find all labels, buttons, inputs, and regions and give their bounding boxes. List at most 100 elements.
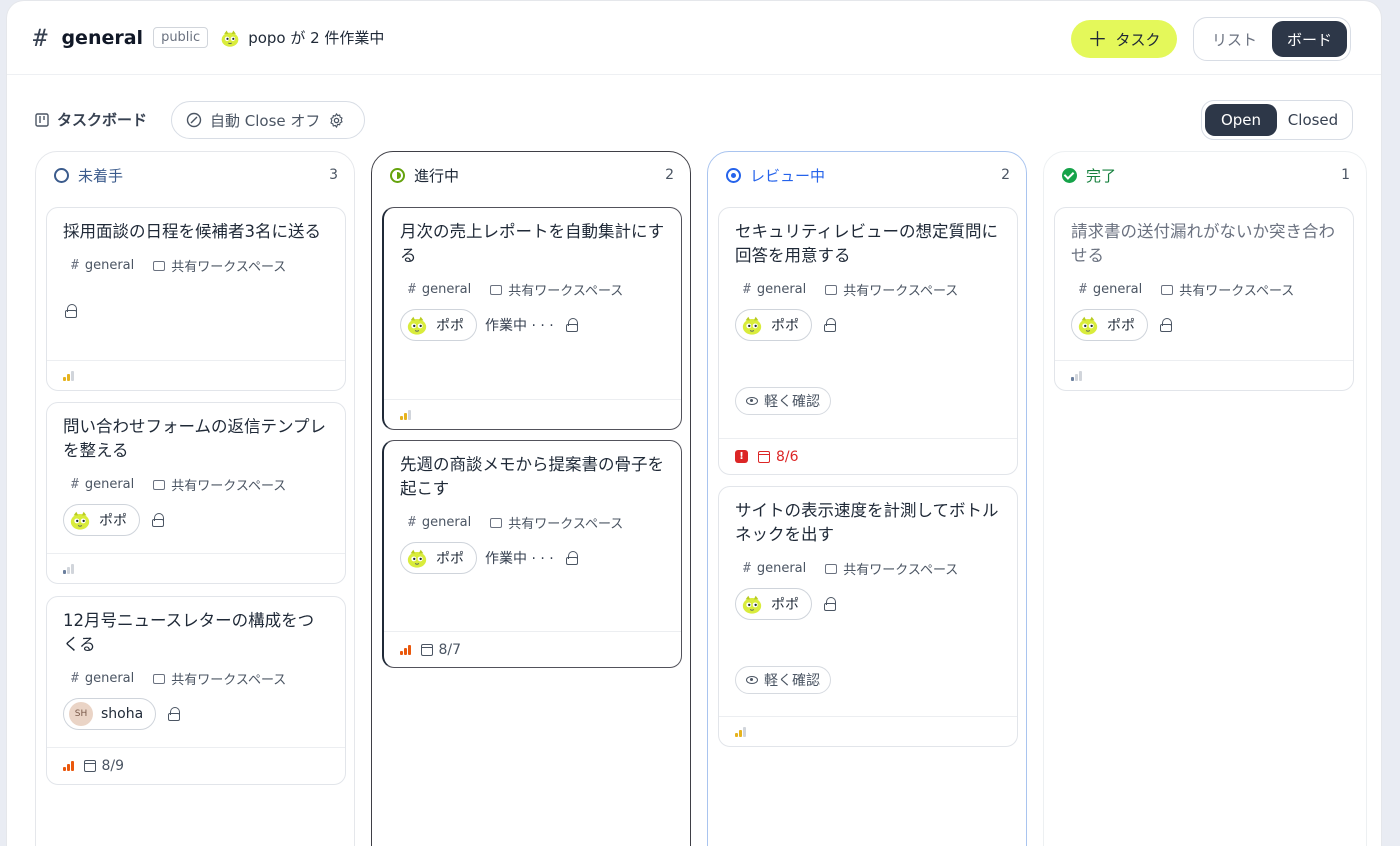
alert-icon: ! xyxy=(735,450,748,463)
task-footer xyxy=(47,360,345,390)
task-footer xyxy=(1055,360,1353,390)
task-footer: 8/7 xyxy=(384,631,681,667)
list-view-button[interactable]: リスト xyxy=(1197,21,1272,57)
light-review-badge[interactable]: 軽く確認 xyxy=(735,666,831,694)
popo-avatar-icon xyxy=(406,547,428,569)
assignee-chip[interactable]: ポポ xyxy=(735,309,812,341)
board-icon xyxy=(35,112,49,127)
channel-tag-label: general xyxy=(1092,282,1143,297)
assignee-name: ポポ xyxy=(436,551,464,567)
workspace-tag-label: 共有ワークスペース xyxy=(843,563,959,578)
task-card[interactable]: 12月号ニュースレターの構成をつくる # general 共有ワークスペース SH… xyxy=(46,596,346,785)
channel-tag-label: general xyxy=(756,561,807,576)
task-title: 問い合わせフォームの返信テンプレを整える xyxy=(63,417,327,460)
column-in-progress: 進行中 2 月次の売上レポートを自動集計にする # general 共有ワークスペ… xyxy=(371,151,691,846)
workspace-tag: 共有ワークスペース xyxy=(153,669,286,688)
lock-icon xyxy=(152,513,164,527)
popo-avatar-icon xyxy=(69,509,91,531)
task-meta: # general 共有ワークスペース xyxy=(63,256,330,275)
hash-icon: # xyxy=(71,477,79,492)
task-title: 採用面談の日程を候補者3名に送る xyxy=(63,222,321,241)
workspace-tag-label: 共有ワークスペース xyxy=(508,517,624,532)
app-window: # general public popo が 2 件作業中 ＋ タスク リスト… xyxy=(6,0,1382,846)
assignee-chip[interactable]: SH shoha xyxy=(63,698,157,730)
task-title: 請求書の送付漏れがないか突き合わせる xyxy=(1071,222,1335,265)
assignee-chip[interactable]: ポポ xyxy=(400,542,477,574)
channel-header: # general public popo が 2 件作業中 ＋ タスク リスト… xyxy=(7,1,1381,75)
eye-icon xyxy=(746,397,758,405)
assignee-chip[interactable]: ポポ xyxy=(400,309,477,341)
view-toggle: リスト ボード xyxy=(1193,17,1351,61)
assignee-name: ポポ xyxy=(1107,318,1135,334)
workspace-tag: 共有ワークスペース xyxy=(1161,280,1294,299)
open-closed-toggle: Open Closed xyxy=(1201,100,1353,140)
closed-filter-button[interactable]: Closed xyxy=(1277,104,1349,136)
hash-icon: # xyxy=(743,282,751,297)
workspace-tag: 共有ワークスペース xyxy=(490,513,623,532)
calendar-icon xyxy=(758,450,770,463)
assignee-name: ポポ xyxy=(771,597,799,613)
priority-icon xyxy=(63,563,74,574)
channel-tag: # general xyxy=(71,477,134,492)
channel-tag: # general xyxy=(408,515,471,530)
light-review-label: 軽く確認 xyxy=(764,673,820,689)
assignee-chip[interactable]: ポポ xyxy=(735,588,812,620)
task-meta: # general 共有ワークスペース xyxy=(400,513,666,532)
due-date: 8/6 xyxy=(758,449,799,465)
task-card[interactable]: 請求書の送付漏れがないか突き合わせる # general 共有ワークスペース ポポ xyxy=(1054,207,1354,391)
task-card[interactable]: 問い合わせフォームの返信テンプレを整える # general 共有ワークスペース … xyxy=(46,402,346,584)
column-count: 1 xyxy=(1341,167,1350,183)
task-title: 12月号ニュースレターの構成をつくる xyxy=(63,611,315,654)
lock-icon xyxy=(565,551,578,565)
channel-tag: # general xyxy=(71,671,134,686)
task-card[interactable]: 先週の商談メモから提案書の骨子を起こす # general 共有ワークスペース ポ… xyxy=(382,440,682,668)
column-title: 完了 xyxy=(1086,166,1117,185)
working-indicator: 作業中 · · · xyxy=(485,318,554,334)
hash-icon: # xyxy=(71,258,79,273)
status-todo-icon xyxy=(54,167,69,183)
plus-icon: ＋ xyxy=(1087,27,1108,51)
priority-icon xyxy=(63,761,74,771)
task-card[interactable]: サイトの表示速度を計測してボトルネックを出す # general 共有ワークスペー… xyxy=(718,486,1018,747)
task-card[interactable]: 採用面談の日程を候補者3名に送る # general 共有ワークスペース xyxy=(46,207,346,391)
task-footer xyxy=(47,553,345,583)
assignee-chip[interactable]: ポポ xyxy=(1071,309,1148,341)
channel-tag-label: general xyxy=(421,282,472,297)
open-filter-button[interactable]: Open xyxy=(1205,104,1277,136)
task-meta: # general 共有ワークスペース xyxy=(735,280,1002,299)
workspace-tag-label: 共有ワークスペース xyxy=(171,479,287,494)
task-title: サイトの表示速度を計測してボトルネックを出す xyxy=(735,501,999,544)
folder-icon xyxy=(1161,284,1174,295)
column-count: 2 xyxy=(1001,167,1010,183)
column-header: 完了 1 xyxy=(1044,152,1366,198)
task-meta: # general 共有ワークスペース xyxy=(1071,280,1338,299)
assignee-name: ポポ xyxy=(99,513,127,529)
due-date: 8/7 xyxy=(420,641,462,658)
add-task-button[interactable]: ＋ タスク xyxy=(1071,20,1177,58)
lock-icon xyxy=(168,707,181,721)
task-footer: ! 8/6 xyxy=(719,438,1017,474)
due-date-label: 8/7 xyxy=(438,641,462,658)
folder-icon xyxy=(825,284,838,295)
column-title: 未着手 xyxy=(78,166,124,185)
popo-avatar-icon xyxy=(1077,314,1099,336)
board-title-label: タスクボード xyxy=(57,111,148,129)
task-card[interactable]: 月次の売上レポートを自動集計にする # general 共有ワークスペース ポポ … xyxy=(382,207,682,430)
assignee-chip[interactable]: ポポ xyxy=(63,504,140,536)
due-date-label: 8/6 xyxy=(776,448,799,465)
hash-icon: # xyxy=(1079,282,1087,297)
task-meta: # general 共有ワークスペース xyxy=(63,475,330,494)
priority-icon xyxy=(400,644,411,655)
workspace-tag: 共有ワークスペース xyxy=(153,475,286,494)
task-title: 先週の商談メモから提案書の骨子を起こす xyxy=(400,455,664,498)
workspace-tag-label: 共有ワークスペース xyxy=(843,284,959,299)
popo-bot-icon xyxy=(220,28,240,48)
column-in-review: レビュー中 2 セキュリティレビューの想定質問に回答を用意する # general… xyxy=(707,151,1027,846)
gear-icon[interactable] xyxy=(328,112,345,129)
board-view-button[interactable]: ボード xyxy=(1272,21,1347,57)
workspace-tag: 共有ワークスペース xyxy=(825,280,958,299)
auto-close-button[interactable]: 自動 Close オフ xyxy=(171,101,365,139)
task-card[interactable]: セキュリティレビューの想定質問に回答を用意する # general 共有ワークスペ… xyxy=(718,207,1018,475)
light-review-badge[interactable]: 軽く確認 xyxy=(735,387,831,415)
workspace-tag: 共有ワークスペース xyxy=(153,256,286,275)
